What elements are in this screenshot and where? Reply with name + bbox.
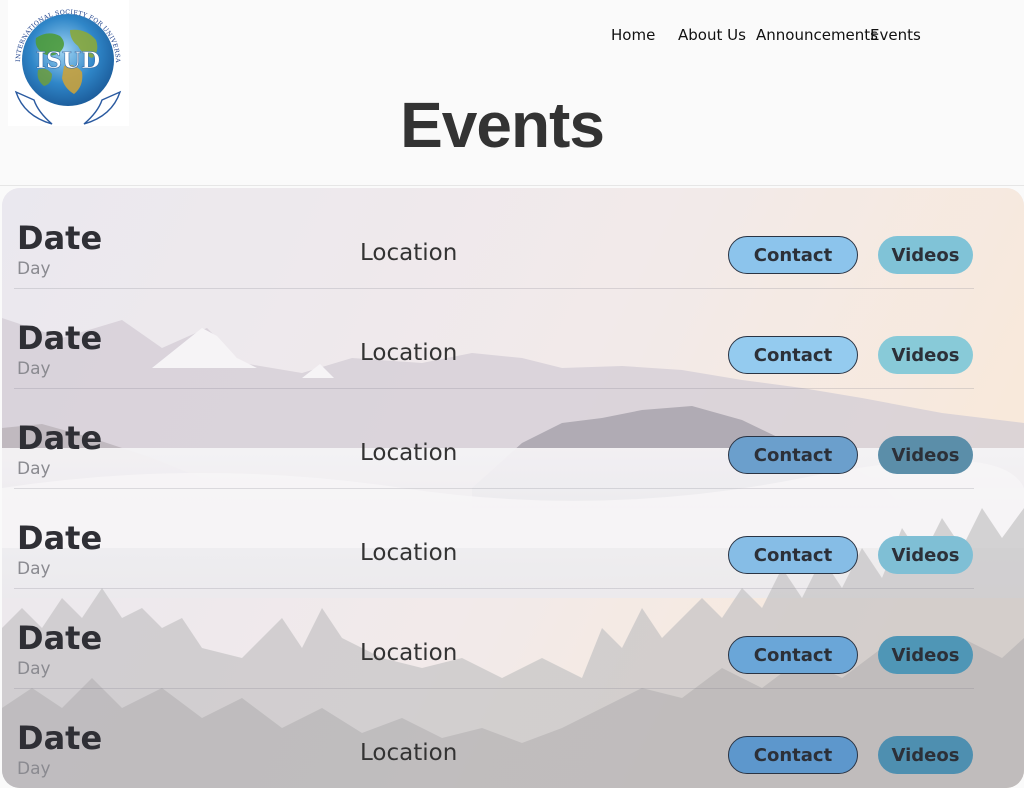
nav-events-link[interactable]: Events [870, 26, 921, 44]
nav-about-us-link[interactable]: About Us [678, 26, 746, 44]
event-day: Day [17, 759, 51, 779]
events-panel: Date Day Location Contact Videos Date Day Locat… [2, 188, 1024, 788]
event-date: Date [17, 719, 103, 757]
event-date: Date [17, 419, 103, 457]
videos-button[interactable]: Videos [878, 536, 973, 574]
event-date: Date [17, 619, 103, 657]
event-row: Date Day Location Contact Videos [14, 588, 974, 689]
contact-button[interactable]: Contact [728, 536, 858, 574]
videos-button[interactable]: Videos [878, 636, 973, 674]
event-day: Day [17, 559, 51, 579]
logo-wordmark: ISUD [36, 48, 100, 74]
page-title: Events [400, 89, 605, 161]
contact-button[interactable]: Contact [728, 336, 858, 374]
event-location: Location [360, 540, 458, 566]
nav-home-link[interactable]: Home [611, 26, 655, 44]
videos-button[interactable]: Videos [878, 236, 973, 274]
event-date: Date [17, 319, 103, 357]
event-row: Date Day Location Contact Videos [14, 488, 974, 589]
event-date: Date [17, 219, 103, 257]
event-location: Location [360, 740, 458, 766]
site-header: ISUD INTERNATIONAL SOCIETY FOR UNIVERSAL… [0, 0, 1024, 186]
videos-button[interactable]: Videos [878, 736, 973, 774]
event-location: Location [360, 240, 458, 266]
contact-button[interactable]: Contact [728, 636, 858, 674]
event-row: Date Day Location Contact Videos [14, 188, 974, 289]
videos-button[interactable]: Videos [878, 336, 973, 374]
contact-button[interactable]: Contact [728, 736, 858, 774]
event-day: Day [17, 659, 51, 679]
videos-button[interactable]: Videos [878, 436, 973, 474]
nav-announcements-link[interactable]: Announcements [756, 26, 878, 44]
event-row: Date Day Location Contact Videos [14, 288, 974, 389]
event-day: Day [17, 359, 51, 379]
event-day: Day [17, 459, 51, 479]
main-nav: Home About Us Announcements Events [0, 26, 1024, 46]
event-location: Location [360, 340, 458, 366]
event-day: Day [17, 259, 51, 279]
event-location: Location [360, 640, 458, 666]
event-date: Date [17, 519, 103, 557]
contact-button[interactable]: Contact [728, 436, 858, 474]
event-row: Date Day Location Contact Videos [14, 688, 974, 788]
contact-button[interactable]: Contact [728, 236, 858, 274]
event-row: Date Day Location Contact Videos [14, 388, 974, 489]
event-location: Location [360, 440, 458, 466]
